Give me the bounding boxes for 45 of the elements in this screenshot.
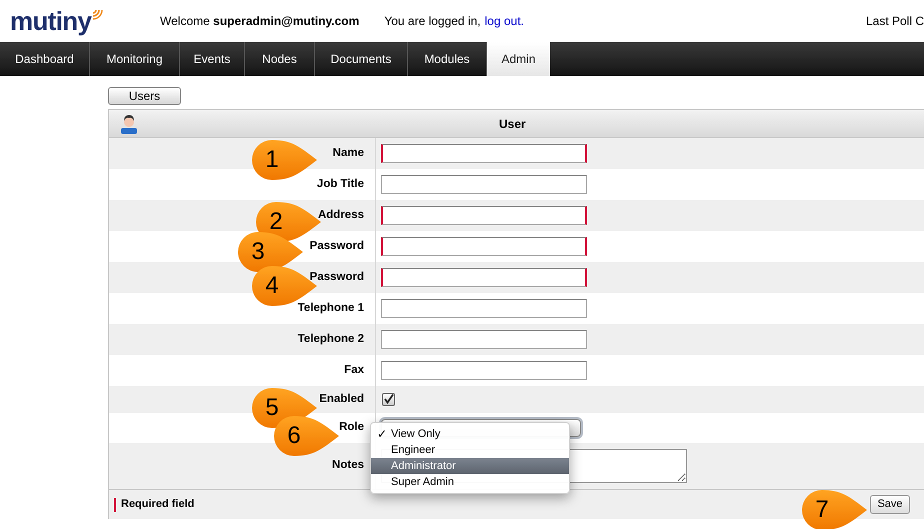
role-option[interactable]: Administrator: [371, 458, 569, 474]
nav-tab[interactable]: Admin: [487, 42, 550, 76]
field-label: Notes: [332, 458, 364, 474]
field-label: Telephone 1: [298, 300, 364, 316]
option-label: Engineer: [391, 442, 436, 458]
role-option[interactable]: Engineer: [371, 442, 569, 458]
text-field[interactable]: [381, 206, 587, 225]
field-label: Enabled: [319, 392, 364, 407]
text-field[interactable]: [381, 175, 587, 194]
logout-link[interactable]: log out.: [484, 12, 524, 30]
save-button[interactable]: Save: [870, 495, 910, 514]
field-label: Password: [310, 238, 364, 254]
text-field[interactable]: [381, 299, 587, 318]
logo-text: mutiny: [10, 8, 92, 34]
user-icon: [120, 114, 138, 134]
text-field[interactable]: [381, 237, 587, 256]
nav-tab[interactable]: Monitoring: [90, 42, 180, 76]
check-mark: ✓: [376, 426, 388, 443]
nav-tab[interactable]: Dashboard: [0, 42, 90, 76]
option-label: Administrator: [391, 458, 456, 474]
form-title: User: [499, 116, 526, 132]
field-label: Role: [339, 420, 364, 436]
text-field[interactable]: [381, 330, 587, 349]
field-label: Password: [310, 270, 364, 285]
nav-tab[interactable]: Nodes: [245, 42, 315, 76]
users-button[interactable]: Users: [108, 87, 181, 105]
text-field[interactable]: [381, 361, 587, 380]
option-label: View Only: [391, 426, 440, 442]
last-poll-text: Last Poll C: [866, 13, 924, 30]
option-label: Super Admin: [391, 474, 454, 490]
field-label: Name: [332, 146, 364, 161]
enabled-checkbox[interactable]: [382, 393, 395, 406]
nav-tab[interactable]: Documents: [315, 42, 408, 76]
field-label: Fax: [344, 362, 364, 378]
nav-tab[interactable]: Events: [180, 42, 245, 76]
role-option[interactable]: Super Admin: [371, 474, 569, 490]
login-status-text: You are logged in,: [384, 13, 481, 30]
role-option[interactable]: ✓ View Only: [371, 426, 569, 442]
field-label: Job Title: [316, 176, 364, 192]
field-label: Telephone 2: [298, 332, 364, 347]
required-legend: Required field: [121, 496, 194, 513]
text-field[interactable]: [381, 268, 587, 287]
text-field[interactable]: [381, 144, 587, 163]
field-label: Address: [318, 208, 364, 223]
welcome-text: Welcome superadmin@mutiny.com: [160, 13, 360, 30]
